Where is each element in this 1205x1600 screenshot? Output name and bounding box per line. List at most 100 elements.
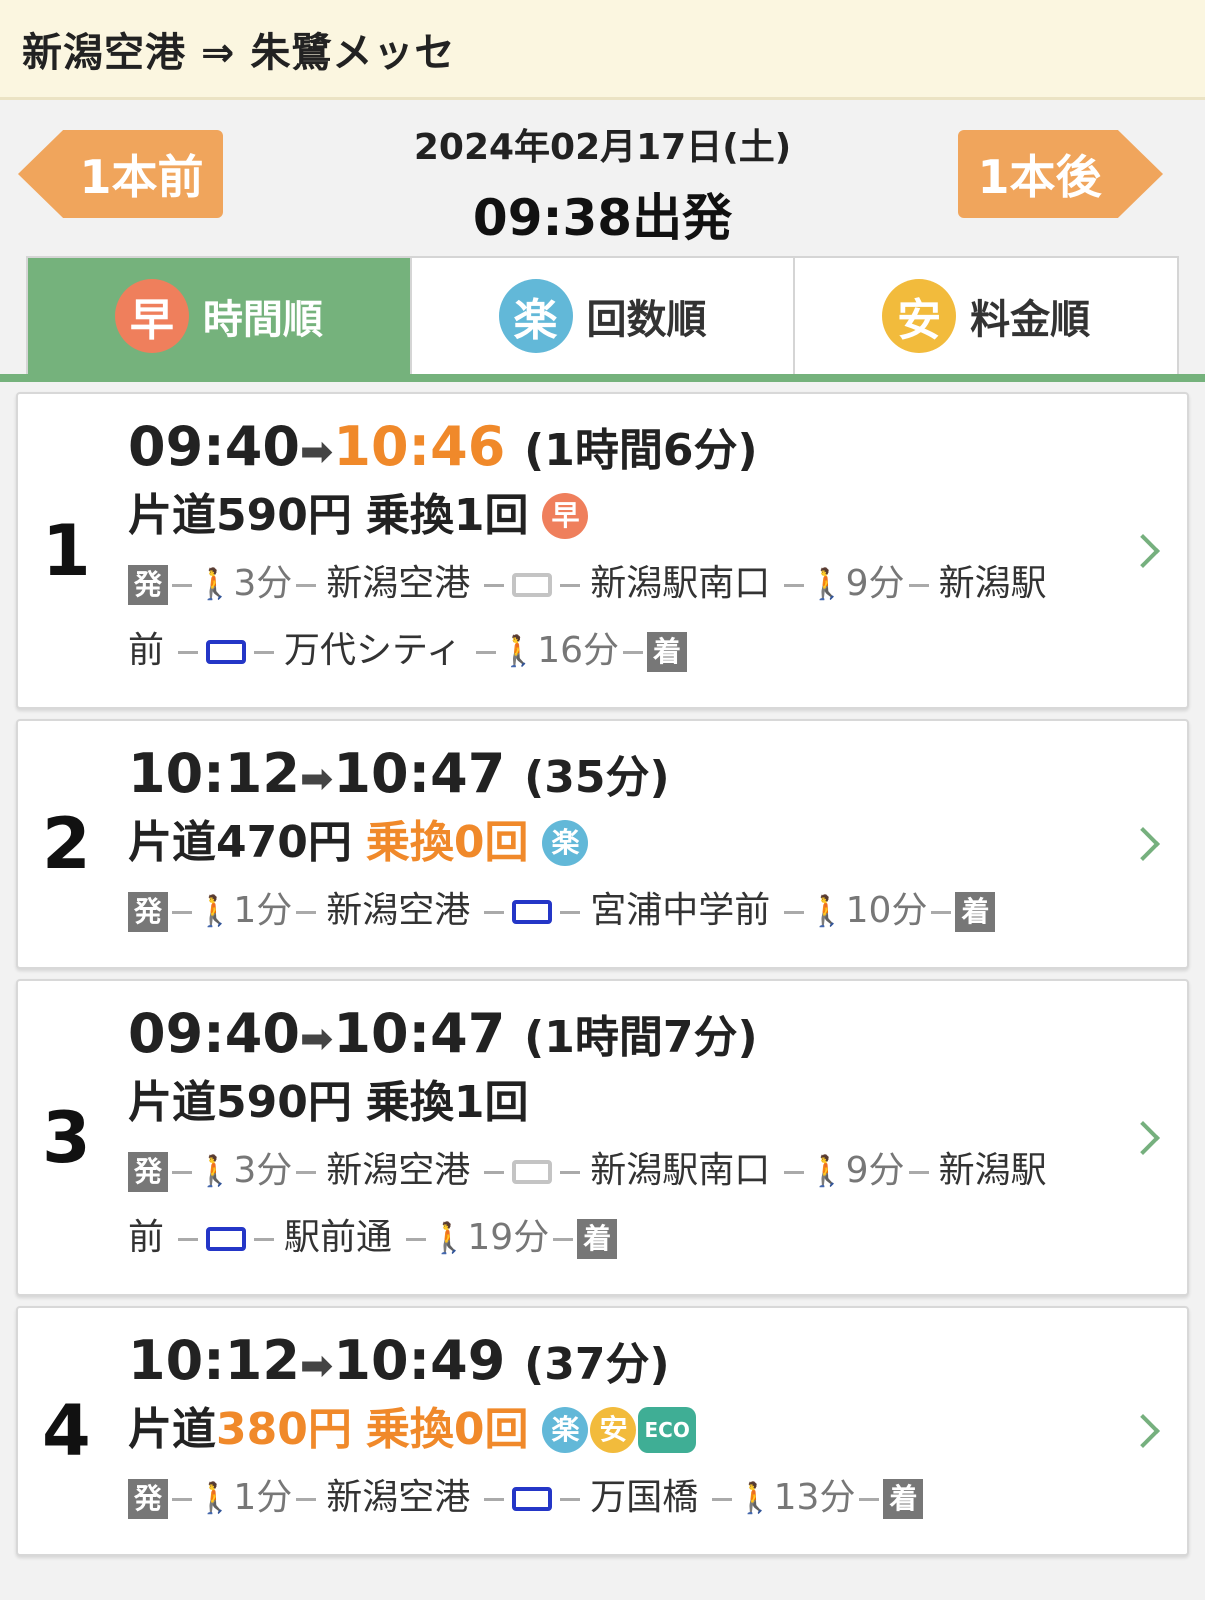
- tab-sort-transfers[interactable]: 楽 回数順: [412, 258, 796, 374]
- depart-pill: 発: [128, 1479, 168, 1519]
- transfer-count: 乗換0回: [365, 817, 529, 868]
- bus-icon: [206, 1227, 247, 1251]
- chevron-right-icon: [1126, 1120, 1160, 1155]
- arr-time: 10:47: [333, 742, 506, 805]
- stop-name: 新潟空港: [326, 563, 471, 604]
- fare-prefix: 片道: [128, 1077, 216, 1128]
- arrive-pill: 着: [955, 892, 996, 932]
- result-rank: 4: [42, 1390, 91, 1472]
- route-detail: 発 🚶3分 新潟空港 新潟駅南口 🚶9分 新潟駅前 万代シティ 🚶16分着: [128, 551, 1077, 685]
- duration: (37分): [524, 1339, 670, 1390]
- dep-time: 10:12: [128, 742, 300, 805]
- arr-time: 10:46: [333, 415, 506, 478]
- time-summary: 10:12➡10:47 (35分): [128, 741, 1077, 812]
- route-result-1[interactable]: 1 09:40➡10:46 (1時間6分) 片道590円 乗換1回 早 発 🚶3分…: [16, 392, 1189, 709]
- stop-name: 万代シティ: [284, 630, 462, 671]
- stop-name: 新潟空港: [326, 890, 471, 931]
- result-rank: 1: [42, 509, 91, 592]
- route-detail: 発 🚶3分 新潟空港 新潟駅南口 🚶9分 新潟駅前 駅前通 🚶19分着: [128, 1138, 1077, 1272]
- bus-icon: [512, 1160, 553, 1184]
- route-result-4[interactable]: 4 10:12➡10:49 (37分) 片道380円 乗換0回 楽 安 ECO …: [16, 1306, 1189, 1556]
- dep-time: 09:40: [128, 415, 300, 478]
- duration: (1時間6分): [524, 425, 758, 476]
- bus-icon: [206, 640, 247, 664]
- stop-name: 新潟空港: [326, 1150, 471, 1191]
- walk-icon: 🚶: [808, 894, 846, 929]
- fare: 470円: [216, 817, 352, 868]
- chevron-right-icon: [1126, 533, 1160, 568]
- arrow-right-icon: ➡: [299, 429, 334, 475]
- tab-label: 料金順: [970, 297, 1091, 343]
- chevron-right-icon: [1126, 827, 1160, 861]
- time-summary: 09:40➡10:47 (1時間7分): [128, 1001, 1077, 1072]
- walk-icon: 🚶: [196, 894, 234, 929]
- walk-time: 9分: [845, 1150, 905, 1191]
- fare-summary: 片道590円 乗換1回: [128, 1072, 1077, 1134]
- arrow-right-icon: ➡: [299, 1016, 334, 1062]
- bus-icon: [512, 1487, 553, 1511]
- depart-pill: 発: [128, 1152, 168, 1192]
- arrow-right-icon: ➡: [299, 756, 334, 802]
- walk-time: 3分: [233, 563, 293, 604]
- arr-time: 10:49: [333, 1329, 506, 1392]
- transfer-count: 乗換1回: [365, 1077, 529, 1128]
- route-detail: 発 🚶1分 新潟空港 万国橋 🚶13分着: [128, 1465, 1077, 1532]
- cheap-icon: 安: [590, 1407, 637, 1453]
- walk-icon: 🚶: [736, 1481, 774, 1516]
- route-result-3[interactable]: 3 09:40➡10:47 (1時間7分) 片道590円 乗換1回 発 🚶3分 新潟…: [16, 979, 1189, 1296]
- time-summary: 09:40➡10:46 (1時間6分): [128, 414, 1077, 485]
- dep-time: 10:12: [128, 1329, 300, 1392]
- stop-name: 新潟空港: [326, 1477, 471, 1518]
- easy-icon: 楽: [542, 820, 589, 866]
- arrow-right-icon: ➡: [299, 1343, 334, 1389]
- easy-icon: 楽: [542, 1407, 589, 1453]
- stop-name: 新潟駅南口: [590, 1150, 771, 1191]
- tab-sort-fare[interactable]: 安 料金順: [795, 258, 1177, 374]
- walk-time: 1分: [233, 890, 293, 931]
- walk-time: 19分: [467, 1217, 550, 1258]
- tab-label: 時間順: [202, 297, 323, 343]
- tab-underline: [0, 374, 1205, 382]
- time-summary: 10:12➡10:49 (37分): [128, 1328, 1077, 1399]
- fare-summary: 片道590円 乗換1回 早: [128, 485, 1077, 547]
- walk-icon: 🚶: [196, 1481, 234, 1516]
- transfer-count: 乗換0回: [365, 1404, 529, 1455]
- result-rank: 2: [42, 803, 91, 885]
- date-bar: 1本前 2024年02月17日(土) 09:38出発 1本後: [0, 100, 1205, 250]
- bus-icon: [512, 573, 553, 597]
- stop-name: 駅前通: [284, 1217, 393, 1258]
- sort-tabs: 早 時間順 楽 回数順 安 料金順: [26, 256, 1179, 374]
- fare-prefix: 片道: [128, 1404, 216, 1455]
- walk-icon: 🚶: [196, 567, 234, 602]
- arrive-pill: 着: [883, 1479, 924, 1519]
- arrive-pill: 着: [647, 632, 688, 672]
- chevron-right-icon: [1126, 1414, 1160, 1448]
- transfer-count: 乗換1回: [365, 490, 529, 541]
- walk-icon: 🚶: [196, 1154, 234, 1189]
- arr-time: 10:47: [333, 1002, 506, 1065]
- walk-time: 13分: [773, 1477, 856, 1518]
- walk-icon: 🚶: [499, 634, 538, 669]
- walk-time: 10分: [845, 890, 928, 931]
- route-title-bar: 新潟空港 ⇒ 朱鷺メッセ: [0, 0, 1205, 100]
- fare: 380円: [216, 1404, 352, 1455]
- tab-sort-time[interactable]: 早 時間順: [28, 258, 412, 374]
- stop-name: 宮浦中学前: [590, 890, 771, 931]
- fare: 590円: [216, 1077, 352, 1128]
- route-result-2[interactable]: 2 10:12➡10:47 (35分) 片道470円 乗換0回 楽 発 🚶1分 新潟…: [16, 719, 1189, 969]
- depart-pill: 発: [128, 565, 168, 605]
- stop-name: 万国橋: [590, 1477, 699, 1518]
- page-title: 新潟空港 ⇒ 朱鷺メッセ: [22, 29, 456, 76]
- results-list: 1 09:40➡10:46 (1時間6分) 片道590円 乗換1回 早 発 🚶3分…: [0, 382, 1205, 1556]
- eco-badge: ECO: [638, 1407, 696, 1453]
- bus-icon: [512, 900, 553, 924]
- walk-time: 1分: [233, 1477, 293, 1518]
- duration: (35分): [524, 752, 670, 803]
- walk-icon: 🚶: [430, 1221, 468, 1256]
- tab-label: 回数順: [586, 297, 707, 343]
- walk-icon: 🚶: [808, 567, 846, 602]
- fare-prefix: 片道: [128, 817, 216, 868]
- stop-name: 新潟駅南口: [590, 563, 771, 604]
- walk-time: 3分: [233, 1150, 293, 1191]
- arrive-pill: 着: [577, 1219, 618, 1259]
